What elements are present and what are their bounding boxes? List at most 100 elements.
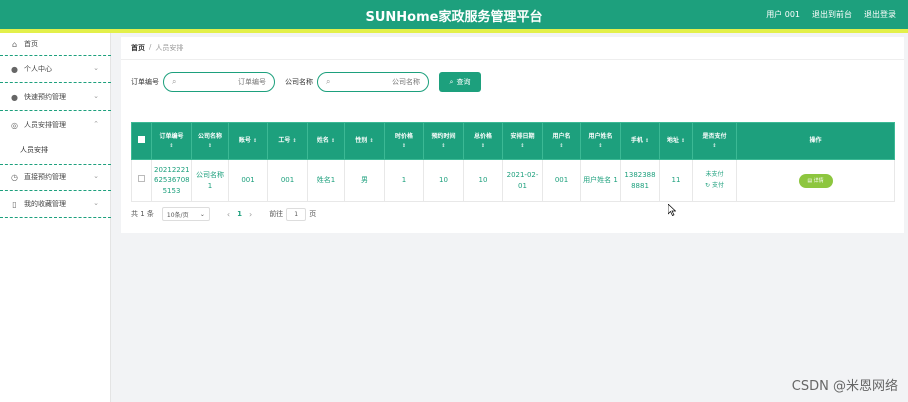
search-button-label: 查询 [456,78,471,86]
column-header: 操作 [736,122,895,160]
table-row[interactable]: 20212221 62536708 5153 公司名称 1 001 001 姓名… [131,159,895,202]
sort-icon: ⇕ [292,138,297,145]
sidebar: ⌂ 首页 ● 个人中心 ⌄ ● 快速预约管理 ⌄ ◎ 人员安排管理 ⌃ 人员安排… [0,33,111,402]
current-user[interactable]: 用户 001 [766,9,800,20]
sort-icon: ⇕ [441,142,446,149]
cell-paid-status: 未支付 ↻ 支付 [692,159,737,202]
sidebar-item-label: 直接预约管理 [24,173,66,181]
select-all-checkbox[interactable] [138,135,145,143]
back-to-frontend-link[interactable]: 退出到前台 [812,9,852,20]
sidebar-item-label: 快速预约管理 [24,93,66,101]
chevron-down-icon: ⌄ [199,210,205,218]
cell-job-no: 001 [267,159,308,202]
detail-button[interactable]: ▤ 详情 [798,173,833,188]
menu-divider [0,82,111,83]
top-bar-stripe [0,29,908,33]
page-size-value: 10条/页 [166,211,189,219]
sidebar-item-quick-booking[interactable]: ● 快速预约管理 ⌄ [0,86,111,108]
cell-hourly-price: 1 [384,159,424,202]
data-table: 订单编号 ⇕ 公司名称 ⇕ 账号 ⇕ 工号 ⇕ 姓名 ⇕ 性别 ⇕ 时价格 ⇕ 预约时… [131,122,895,202]
sidebar-subitem-staff-arrangement[interactable]: 人员安排 [0,140,111,160]
column-header[interactable]: 订单编号 ⇕ [151,122,192,160]
sidebar-item-personal-center[interactable]: ● 个人中心 ⌄ [0,58,111,80]
phone-icon: ▯ [12,199,17,209]
column-header[interactable]: 安排日期 ⇕ [502,122,543,160]
sidebar-item-home[interactable]: ⌂ 首页 [0,33,111,55]
search-icon: ⌕ [449,77,454,86]
cell-actions: ▤ 详情 [736,159,895,202]
column-header[interactable]: 性别 ⇕ [344,122,385,160]
search-button[interactable]: ⌕ 查询 [439,72,481,92]
company-name-field[interactable]: ⌕ [317,72,429,92]
column-header[interactable]: 是否支付 ⇕ [692,122,737,160]
sort-icon: ⇕ [559,142,564,149]
search-icon: ⌕ [326,77,331,86]
breadcrumb-home[interactable]: 首页 [131,43,145,53]
cell-gender: 男 [344,159,385,202]
order-no-label: 订单编号 [131,78,159,86]
next-page-button[interactable]: › [249,210,252,219]
column-header[interactable]: 工号 ⇕ [267,122,308,160]
clock-icon: ◷ [11,172,18,182]
goto-page: 前往 1 页 [269,207,316,221]
order-no-input[interactable] [180,78,266,86]
cell-total-price: 10 [463,159,503,202]
column-header[interactable]: 用户名 ⇕ [542,122,581,160]
column-header[interactable]: 用户姓名 ⇕ [580,122,621,160]
prev-page-button[interactable]: ‹ [227,210,230,219]
column-header[interactable]: 总价格 ⇕ [463,122,503,160]
user-icon: ● [11,92,18,102]
pagination-total: 共 1 条 [131,210,154,218]
logout-link[interactable]: 退出登录 [864,9,896,20]
home-icon: ⌂ [11,39,18,49]
sort-icon: ⇕ [369,138,374,145]
page-size-select[interactable]: 10条/页 ⌄ [161,207,210,221]
sort-icon: ⇕ [330,138,336,145]
column-header[interactable]: 地址 ⇕ [659,122,693,160]
menu-divider [0,190,111,191]
sort-icon: ⇕ [252,138,258,145]
cell-order-no: 20212221 62536708 5153 [151,159,192,202]
column-header[interactable]: 姓名 ⇕ [307,122,345,160]
sidebar-item-label: 首页 [24,40,38,48]
pay-link[interactable]: ↻ 支付 [695,181,734,192]
chevron-down-icon: ⌄ [93,64,99,72]
company-name-input[interactable] [334,78,420,86]
sort-icon: ⇕ [169,142,174,149]
page-number-current[interactable]: 1 [237,210,242,218]
user-gear-icon: ◎ [11,120,18,130]
sidebar-item-label: 人员安排管理 [24,121,66,129]
sidebar-item-staff-arrangement[interactable]: ◎ 人员安排管理 ⌃ [0,114,111,136]
sidebar-item-direct-booking[interactable]: ◷ 直接预约管理 ⌄ [0,166,111,188]
cell-address: 11 [659,159,693,202]
cell-arrange-date: 2021-02- 01 [502,159,543,202]
column-header[interactable]: 公司名称 ⇕ [191,122,229,160]
pay-icon: ↻ [705,181,711,189]
goto-page-input[interactable]: 1 [286,207,307,221]
cell-company: 公司名称 1 [191,159,229,202]
row-select-cell[interactable] [131,159,152,202]
select-all-header[interactable] [131,122,152,160]
breadcrumb: 首页 / 人员安排 [131,43,183,53]
user-icon: ● [11,64,18,74]
row-checkbox[interactable] [138,175,145,183]
cell-account: 001 [228,159,268,202]
column-header[interactable]: 账号 ⇕ [228,122,268,160]
sort-icon: ⇕ [680,138,686,145]
top-links: 用户 001 退出到前台 退出登录 [766,9,896,20]
company-name-label: 公司名称 [285,78,313,86]
pagination: 共 1 条 10条/页 ⌄ ‹ 1 › 前往 1 页 [131,207,316,221]
breadcrumb-separator: / [149,43,152,51]
column-header[interactable]: 手机 ⇕ [620,122,660,160]
order-no-field[interactable]: ⌕ [163,72,275,92]
menu-divider [0,164,111,165]
cell-phone: 1382388 8881 [620,159,660,202]
chevron-up-icon: ⌃ [93,120,99,128]
menu-divider [0,55,111,56]
column-header[interactable]: 预约时间 ⇕ [423,122,464,160]
sidebar-item-label: 个人中心 [24,65,52,73]
menu-divider [0,110,111,111]
column-header[interactable]: 时价格 ⇕ [384,122,424,160]
sort-icon: ⇕ [207,142,213,149]
sidebar-item-my-favorites[interactable]: ▯ 我的收藏管理 ⌄ [0,193,111,215]
